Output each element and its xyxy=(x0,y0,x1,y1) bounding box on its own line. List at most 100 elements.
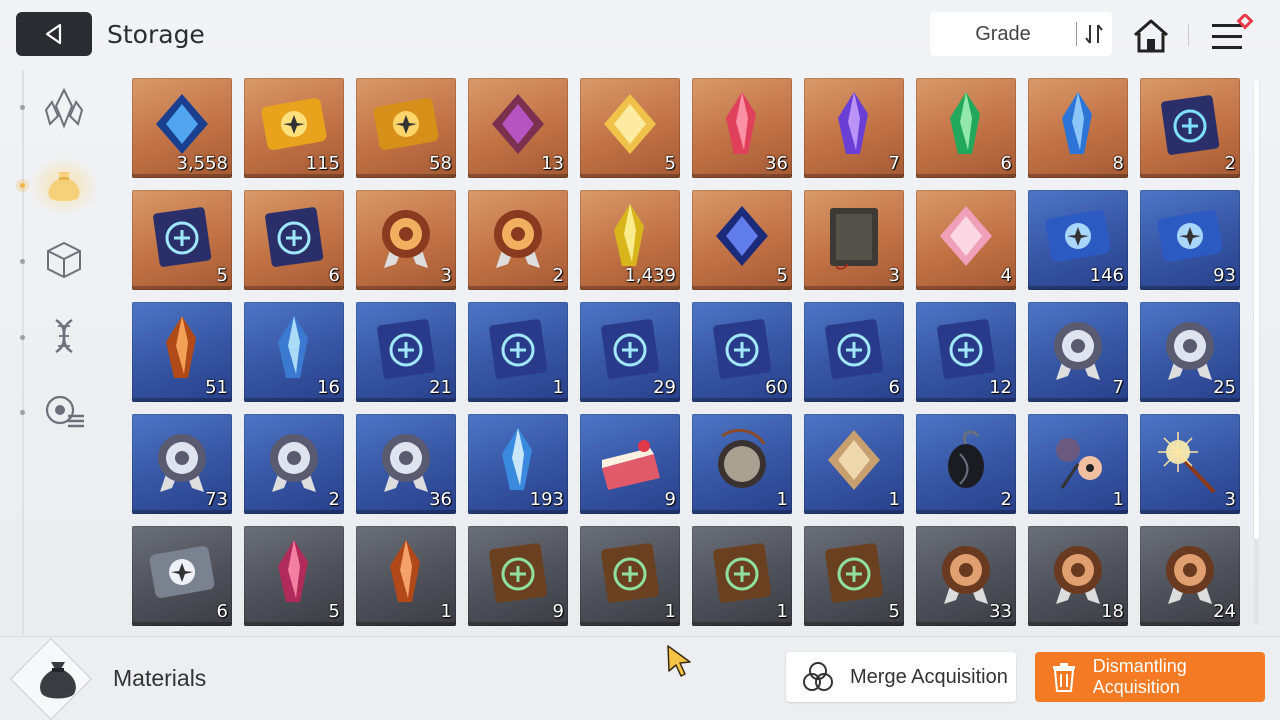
item-slot[interactable]: 7 xyxy=(804,78,904,178)
wing-skill-book-blue-icon xyxy=(706,312,778,384)
scrollbar-thumb[interactable] xyxy=(1254,80,1259,540)
bolt-skill-book-bronze-icon xyxy=(706,536,778,608)
item-slot[interactable]: 2 xyxy=(1140,78,1240,178)
back-button[interactable] xyxy=(16,12,92,56)
item-slot[interactable]: 18 xyxy=(1028,526,1128,626)
item-slot[interactable]: 5 xyxy=(692,190,792,290)
category-label: Materials xyxy=(113,665,207,691)
crystal-icon xyxy=(44,87,84,129)
item-slot[interactable]: 6 xyxy=(132,526,232,626)
item-slot[interactable]: 58 xyxy=(356,78,456,178)
dismantling-acquisition-button[interactable]: Dismantling Acquisition xyxy=(1035,652,1265,702)
item-quantity: 93 xyxy=(1213,265,1236,286)
wing-skill-book-icon xyxy=(146,200,218,272)
item-slot[interactable]: 3,558 xyxy=(132,78,232,178)
item-slot[interactable]: 36 xyxy=(692,78,792,178)
shield-medal-bronze-icon xyxy=(1042,536,1114,608)
sort-dropdown[interactable]: Grade xyxy=(930,12,1112,56)
item-quantity: 5 xyxy=(888,601,900,622)
item-slot[interactable]: 3 xyxy=(804,190,904,290)
item-quantity: 6 xyxy=(216,601,228,622)
item-slot[interactable]: 1 xyxy=(804,414,904,514)
item-quantity: 3 xyxy=(1224,489,1236,510)
item-quantity: 1 xyxy=(1112,489,1124,510)
item-slot[interactable]: 16 xyxy=(244,302,344,402)
item-slot[interactable]: 1 xyxy=(468,302,568,402)
black-beetle-icon xyxy=(930,424,1002,496)
item-slot[interactable]: 1 xyxy=(692,414,792,514)
sidebar-item-crystals[interactable] xyxy=(38,82,90,134)
merge-acquisition-label: Merge Acquisition xyxy=(850,665,1008,688)
item-slot[interactable]: 21 xyxy=(356,302,456,402)
item-slot[interactable]: 51 xyxy=(132,302,232,402)
item-slot[interactable]: 146 xyxy=(1028,190,1128,290)
cube-icon xyxy=(47,241,81,279)
item-slot[interactable]: 5 xyxy=(804,526,904,626)
item-slot[interactable]: 1 xyxy=(1028,414,1128,514)
item-slot[interactable]: 8 xyxy=(1028,78,1128,178)
item-quantity: 5 xyxy=(216,265,228,286)
merge-acquisition-button[interactable]: Merge Acquisition xyxy=(786,652,1016,702)
item-slot[interactable]: 1 xyxy=(356,526,456,626)
item-slot[interactable]: 73 xyxy=(132,414,232,514)
item-quantity: 58 xyxy=(429,153,452,174)
item-quantity: 2 xyxy=(1224,153,1236,174)
item-quantity: 13 xyxy=(541,153,564,174)
item-slot[interactable]: 5 xyxy=(580,78,680,178)
sparkler-icon xyxy=(1154,424,1226,496)
item-slot[interactable]: 93 xyxy=(1140,190,1240,290)
item-slot[interactable]: 24 xyxy=(1140,526,1240,626)
item-slot[interactable]: 193 xyxy=(468,414,568,514)
gear-list-icon xyxy=(45,395,84,428)
item-slot[interactable]: 1,439 xyxy=(580,190,680,290)
item-slot[interactable]: 25 xyxy=(1140,302,1240,402)
item-quantity: 115 xyxy=(305,153,340,174)
item-slot[interactable]: 36 xyxy=(356,414,456,514)
item-slot[interactable]: 5 xyxy=(244,526,344,626)
item-slot[interactable]: 6 xyxy=(804,302,904,402)
wing-medal-silver-icon xyxy=(146,424,218,496)
item-slot[interactable]: 2 xyxy=(916,414,1016,514)
pink-shard-icon xyxy=(258,536,330,608)
item-slot[interactable]: 3 xyxy=(1140,414,1240,514)
home-icon[interactable] xyxy=(1132,18,1170,59)
item-quantity: 2 xyxy=(328,489,340,510)
item-slot[interactable]: 29 xyxy=(580,302,680,402)
item-slot[interactable]: 4 xyxy=(916,190,1016,290)
item-slot[interactable]: 9 xyxy=(468,526,568,626)
orange-shard-icon xyxy=(370,536,442,608)
sidebar-item-materials[interactable] xyxy=(38,158,90,210)
shield-medal-icon xyxy=(370,200,442,272)
item-slot[interactable]: 60 xyxy=(692,302,792,402)
sort-order-icon[interactable] xyxy=(1077,23,1111,45)
item-quantity: 1,439 xyxy=(624,265,676,286)
sidebar-item-cubes[interactable] xyxy=(38,234,90,286)
item-slot[interactable]: 6 xyxy=(244,190,344,290)
swords-medal-silver-icon xyxy=(1042,312,1114,384)
item-slot[interactable]: 5 xyxy=(132,190,232,290)
item-slot[interactable]: 7 xyxy=(1028,302,1128,402)
item-slot[interactable]: 2 xyxy=(468,190,568,290)
sidebar-item-equipment[interactable] xyxy=(38,386,90,438)
sidebar-item-genes[interactable] xyxy=(38,310,90,362)
item-slot[interactable]: 1 xyxy=(692,526,792,626)
dna-icon xyxy=(55,318,73,354)
golden-feather-icon xyxy=(594,88,666,160)
item-slot[interactable]: 13 xyxy=(468,78,568,178)
rail-dot-active xyxy=(20,183,25,188)
item-slot[interactable]: 1 xyxy=(580,526,680,626)
item-quantity: 29 xyxy=(653,377,676,398)
item-quantity: 16 xyxy=(317,377,340,398)
item-slot[interactable]: 12 xyxy=(916,302,1016,402)
item-slot[interactable]: 3 xyxy=(356,190,456,290)
item-slot[interactable]: 33 xyxy=(916,526,1016,626)
item-slot[interactable]: 6 xyxy=(916,78,1016,178)
item-slot[interactable]: 115 xyxy=(244,78,344,178)
item-slot[interactable]: 9 xyxy=(580,414,680,514)
item-slot[interactable]: 2 xyxy=(244,414,344,514)
item-quantity: 24 xyxy=(1213,601,1236,622)
menu-icon[interactable] xyxy=(1210,12,1260,59)
item-quantity: 60 xyxy=(765,377,788,398)
bolt-skill-book-blue-icon xyxy=(818,312,890,384)
item-quantity: 9 xyxy=(552,601,564,622)
